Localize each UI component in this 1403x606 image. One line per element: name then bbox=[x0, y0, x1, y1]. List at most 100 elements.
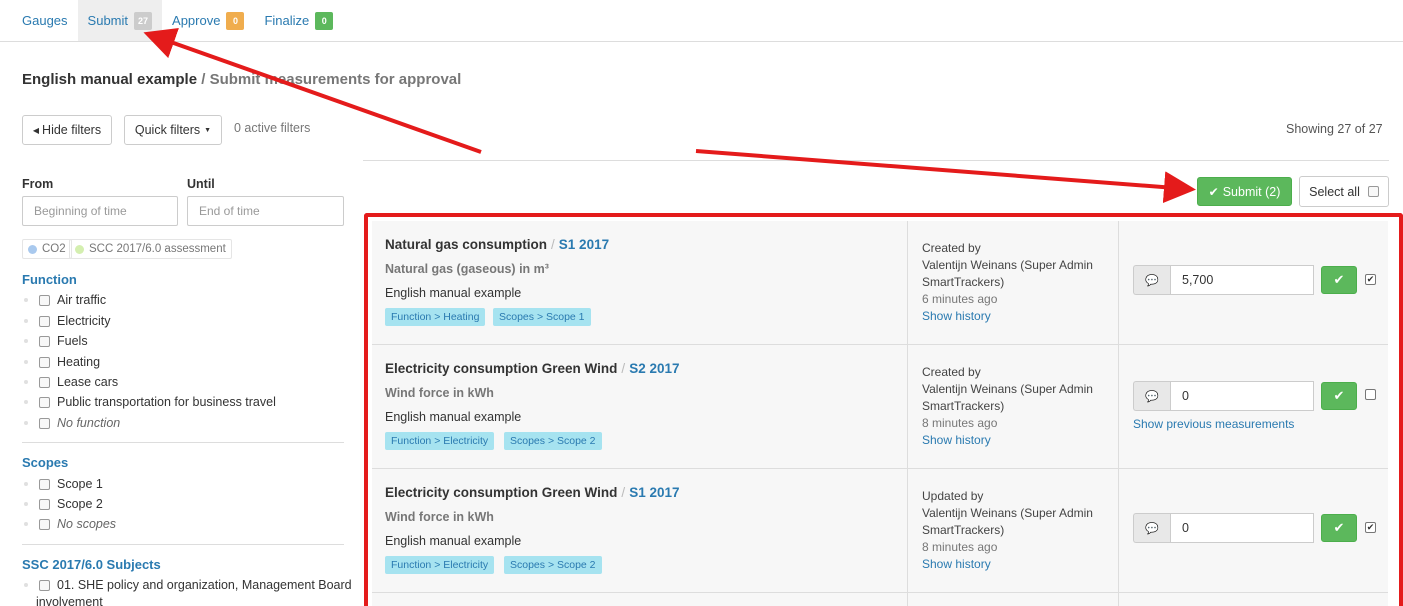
filter-label: No function bbox=[57, 416, 121, 430]
page-subtitle: / Submit measurements for approval bbox=[201, 71, 462, 88]
function-tag: Function > Electricity bbox=[385, 556, 495, 574]
meta-user: Valentijn Weinans (Super Admin bbox=[922, 506, 1093, 520]
checkbox[interactable] bbox=[39, 579, 50, 591]
checkbox[interactable] bbox=[39, 294, 50, 306]
measurement-period[interactable]: S2 2017 bbox=[629, 361, 679, 376]
row-checkbox[interactable]: ✔ bbox=[1365, 274, 1376, 285]
measurement-period[interactable]: S1 2017 bbox=[629, 485, 679, 500]
comment-icon: 💬 bbox=[1145, 274, 1159, 287]
table-row: Electricity consumption Green Wind / S2 20… bbox=[372, 345, 1388, 469]
meta-time: 8 minutes ago bbox=[922, 540, 998, 554]
checkbox[interactable] bbox=[39, 396, 50, 408]
bullet bbox=[24, 421, 28, 425]
filter-function-air-traffic[interactable]: Air traffic bbox=[22, 291, 106, 309]
filter-label: Fuels bbox=[57, 334, 88, 348]
value-input[interactable]: 5,700 bbox=[1170, 265, 1314, 295]
quick-filters-button[interactable]: Quick filters ▼ bbox=[124, 115, 222, 145]
page-title: English manual example / Submit measurem… bbox=[22, 71, 461, 88]
checkbox[interactable] bbox=[39, 498, 50, 510]
submit-count-badge: 27 bbox=[134, 11, 153, 30]
check-icon: ✔ bbox=[1333, 388, 1345, 403]
confirm-button[interactable]: ✔ bbox=[1321, 266, 1357, 294]
checkbox[interactable] bbox=[39, 376, 50, 388]
until-date-input[interactable]: End of time bbox=[187, 196, 344, 226]
from-date-input[interactable]: Beginning of time bbox=[22, 196, 178, 226]
filter-scope-2[interactable]: Scope 2 bbox=[22, 495, 103, 513]
filter-label: Air traffic bbox=[57, 293, 107, 307]
meta-user-org: SmartTrackers) bbox=[922, 523, 1005, 537]
measurement-period[interactable]: S1 2017 bbox=[559, 237, 609, 252]
active-filters-count: 0 active filters bbox=[234, 121, 311, 135]
measurement-name: Natural gas consumption bbox=[385, 237, 548, 252]
checkbox[interactable] bbox=[39, 417, 50, 429]
select-all-label: Select all bbox=[1309, 184, 1360, 199]
checkbox[interactable] bbox=[39, 518, 50, 530]
measurement-unit: Wind force in kWh bbox=[385, 510, 494, 524]
filter-function-electricity[interactable]: Electricity bbox=[22, 312, 110, 330]
confirm-button[interactable]: ✔ bbox=[1321, 382, 1357, 410]
filter-tag-co2[interactable]: CO2 bbox=[22, 239, 72, 259]
tab-finalize[interactable]: Finalize 0 bbox=[254, 0, 343, 41]
filter-ssc-subject-01-cont: involvement bbox=[36, 593, 103, 606]
filter-scope-none[interactable]: No scopes bbox=[22, 515, 116, 533]
bullet bbox=[24, 380, 28, 384]
meta-time: 6 minutes ago bbox=[922, 292, 998, 306]
filter-function-heating[interactable]: Heating bbox=[22, 353, 100, 371]
tab-label: Finalize bbox=[264, 13, 310, 28]
tab-submit[interactable]: Submit 27 bbox=[77, 0, 163, 41]
filter-function-public-transport[interactable]: Public transportation for business trave… bbox=[22, 393, 276, 411]
tab-gauges[interactable]: Gauges bbox=[12, 0, 78, 41]
submit-button[interactable]: ✔ Submit (2) bbox=[1197, 177, 1292, 206]
hide-filters-label: Hide filters bbox=[42, 123, 102, 137]
comment-button[interactable]: 💬 bbox=[1133, 513, 1170, 543]
show-history-link[interactable]: Show history bbox=[922, 556, 1093, 573]
filter-ssc-subject-01[interactable]: 01. SHE policy and organization, Managem… bbox=[22, 576, 352, 594]
divider bbox=[363, 160, 1389, 161]
measurement-title: Natural gas consumption / S1 2017 bbox=[385, 237, 609, 252]
measurement-name: Electricity consumption Green Wind bbox=[385, 361, 618, 376]
select-all-button[interactable]: Select all bbox=[1299, 176, 1389, 207]
measurement-meta: Updated by Valentijn Weinans (Super Admi… bbox=[908, 469, 1119, 592]
filter-function-none[interactable]: No function bbox=[22, 414, 120, 432]
value-input[interactable]: 0 bbox=[1170, 381, 1314, 411]
scope-tag: Scopes > Scope 1 bbox=[493, 308, 591, 326]
tab-approve[interactable]: Approve 0 bbox=[162, 0, 254, 41]
filter-label: 01. SHE policy and organization, Managem… bbox=[57, 578, 352, 592]
quick-filters-label: Quick filters bbox=[134, 123, 201, 137]
comment-button[interactable]: 💬 bbox=[1133, 381, 1170, 411]
row-checkbox[interactable] bbox=[1365, 389, 1376, 400]
measurement-meta: Created by Valentijn Weinans (Super Admi… bbox=[908, 221, 1119, 344]
measurement-unit: Natural gas (gaseous) in m³ bbox=[385, 262, 549, 276]
show-previous-measurements-link[interactable]: Show previous measurements bbox=[1133, 417, 1294, 431]
meta-user-org: SmartTrackers) bbox=[922, 275, 1005, 289]
value-input[interactable]: 0 bbox=[1170, 513, 1314, 543]
confirm-button[interactable]: ✔ bbox=[1321, 514, 1357, 542]
tab-label: Submit bbox=[87, 13, 129, 28]
comment-button[interactable]: 💬 bbox=[1133, 265, 1170, 295]
measurement-info: Natural gas consumption / S1 2017 Natural … bbox=[372, 221, 908, 344]
showing-count: Showing 27 of 27 bbox=[1286, 122, 1383, 136]
check-icon: ✔ bbox=[1333, 520, 1345, 535]
checkbox[interactable] bbox=[39, 478, 50, 490]
checkbox[interactable] bbox=[39, 315, 50, 327]
tab-label: Approve bbox=[172, 13, 221, 28]
checkbox[interactable] bbox=[39, 335, 50, 347]
filter-function-fuels[interactable]: Fuels bbox=[22, 332, 88, 350]
filter-label: Heating bbox=[57, 355, 101, 369]
filter-scope-1[interactable]: Scope 1 bbox=[22, 475, 103, 493]
checkbox[interactable] bbox=[39, 356, 50, 368]
measurement-input: 💬 5,700 ✔ ✔ bbox=[1119, 221, 1388, 344]
function-tag: Function > Heating bbox=[385, 308, 486, 326]
hide-filters-button[interactable]: ◀ Hide filters bbox=[22, 115, 112, 145]
show-history-link[interactable]: Show history bbox=[922, 432, 1093, 449]
show-history-link[interactable]: Show history bbox=[922, 308, 1093, 325]
filter-function-lease-cars[interactable]: Lease cars bbox=[22, 373, 118, 391]
tab-label: Gauges bbox=[22, 13, 68, 28]
filter-label: Public transportation for business trave… bbox=[57, 395, 276, 409]
meta-user: Valentijn Weinans (Super Admin bbox=[922, 382, 1093, 396]
select-all-checkbox[interactable] bbox=[1367, 186, 1379, 197]
filter-tag-ssc[interactable]: SCC 2017/6.0 assessment bbox=[69, 239, 232, 259]
row-checkbox[interactable]: ✔ bbox=[1365, 522, 1376, 533]
tag-color-dot bbox=[28, 244, 37, 254]
separator: / bbox=[551, 237, 555, 252]
